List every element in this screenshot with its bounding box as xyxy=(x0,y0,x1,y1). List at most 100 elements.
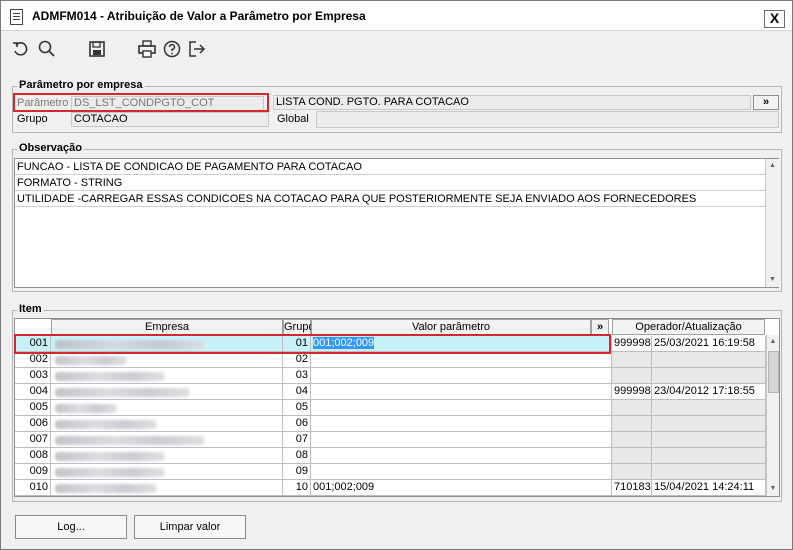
observacao-line: FORMATO - STRING xyxy=(15,175,765,191)
grupo-cell: 09 xyxy=(283,464,311,480)
empresa-code-cell: 007 xyxy=(15,432,51,448)
close-button[interactable]: X xyxy=(764,10,785,28)
atualizacao-cell xyxy=(652,352,766,368)
valor-cell[interactable] xyxy=(311,416,612,432)
scroll-down-icon[interactable]: ▼ xyxy=(767,482,779,496)
redacted-company-name xyxy=(55,420,157,429)
scroll-up-icon[interactable]: ▲ xyxy=(766,159,779,173)
valor-cell[interactable] xyxy=(311,432,612,448)
empresa-code-cell: 010 xyxy=(15,480,51,496)
grupo-cell: 03 xyxy=(283,368,311,384)
empresa-code-cell: 005 xyxy=(15,400,51,416)
empresa-name-cell xyxy=(51,384,283,400)
toolbar xyxy=(1,32,792,68)
valor-cell[interactable] xyxy=(311,352,612,368)
valor-cell[interactable] xyxy=(311,464,612,480)
empresa-code-cell: 002 xyxy=(15,352,51,368)
app-window: ADMFM014 - Atribuição de Valor a Parâmet… xyxy=(0,0,793,550)
global-field[interactable] xyxy=(316,111,779,128)
redacted-company-name xyxy=(55,436,205,445)
parametro-lookup-button[interactable]: » xyxy=(753,95,779,110)
grupo-label: Grupo xyxy=(17,113,48,125)
empresa-code-cell: 006 xyxy=(15,416,51,432)
print-icon[interactable] xyxy=(137,39,157,59)
empresa-name-cell xyxy=(51,432,283,448)
scroll-thumb[interactable] xyxy=(768,351,779,393)
exit-icon[interactable] xyxy=(187,39,207,59)
empresa-name-cell xyxy=(51,464,283,480)
empresa-code-cell: 004 xyxy=(15,384,51,400)
operador-cell xyxy=(612,416,652,432)
valor-cell[interactable] xyxy=(311,384,612,400)
empresa-code-cell: 008 xyxy=(15,448,51,464)
undo-icon[interactable] xyxy=(11,39,31,59)
empresa-code-cell: 003 xyxy=(15,368,51,384)
observacao-line: UTILIDADE -CARREGAR ESSAS CONDICOES NA C… xyxy=(15,191,765,207)
atualizacao-cell: 15/04/2021 14:24:11 xyxy=(652,480,766,496)
redacted-company-name xyxy=(55,372,165,381)
scroll-down-icon[interactable]: ▼ xyxy=(766,273,779,287)
empresa-header[interactable]: Empresa xyxy=(51,319,283,335)
limpar-valor-button[interactable]: Limpar valor xyxy=(134,515,246,539)
window-title: ADMFM014 - Atribuição de Valor a Parâmet… xyxy=(32,9,366,23)
empresa-code-cell: 009 xyxy=(15,464,51,480)
row-highlight xyxy=(14,334,611,354)
log-button[interactable]: Log... xyxy=(15,515,127,539)
empresa-name-cell xyxy=(51,352,283,368)
empresa-name-cell xyxy=(51,400,283,416)
observacao-memo[interactable]: FUNCAO - LISTA DE CONDICAO DE PAGAMENTO … xyxy=(14,158,779,288)
atualizacao-cell xyxy=(652,416,766,432)
empresa-name-cell xyxy=(51,448,283,464)
atualizacao-cell: 23/04/2012 17:18:55 xyxy=(652,384,766,400)
grupo-cell: 02 xyxy=(283,352,311,368)
grupo-cell: 07 xyxy=(283,432,311,448)
operador-cell xyxy=(612,352,652,368)
atualizacao-cell xyxy=(652,432,766,448)
redacted-company-name xyxy=(55,452,165,461)
grupo-field: COTACAO xyxy=(71,112,269,127)
observacao-scrollbar[interactable]: ▲ ▼ xyxy=(765,159,779,287)
operador-cell: 999998 xyxy=(612,384,652,400)
redacted-company-name xyxy=(55,388,190,397)
document-icon xyxy=(10,9,23,25)
valor-expand-button[interactable]: » xyxy=(591,319,609,335)
operador-cell xyxy=(612,448,652,464)
grupo-cell: 04 xyxy=(283,384,311,400)
search-icon[interactable] xyxy=(37,39,57,59)
operador-header[interactable]: Operador/Atualização xyxy=(612,319,765,335)
empresa-name-cell xyxy=(51,416,283,432)
observacao-legend: Observação xyxy=(17,142,84,154)
redacted-company-name xyxy=(55,468,165,477)
grupo-header[interactable]: Grupo xyxy=(283,319,315,335)
parametro-highlight xyxy=(13,93,269,112)
atualizacao-cell: 25/03/2021 16:19:58 xyxy=(652,336,766,352)
scroll-up-icon[interactable]: ▲ xyxy=(767,335,779,349)
valor-cell[interactable] xyxy=(311,448,612,464)
help-icon[interactable] xyxy=(162,39,182,59)
operador-cell xyxy=(612,368,652,384)
atualizacao-cell xyxy=(652,368,766,384)
operador-cell: 710183 xyxy=(612,480,652,496)
observacao-line: FUNCAO - LISTA DE CONDICAO DE PAGAMENTO … xyxy=(15,159,765,175)
valor-header[interactable]: Valor parâmetro xyxy=(311,319,591,335)
grupo-cell: 05 xyxy=(283,400,311,416)
valor-cell[interactable] xyxy=(311,368,612,384)
operador-cell xyxy=(612,400,652,416)
title-bar: ADMFM014 - Atribuição de Valor a Parâmet… xyxy=(1,1,792,31)
item-scrollbar[interactable]: ▲ ▼ xyxy=(766,335,779,496)
atualizacao-cell xyxy=(652,448,766,464)
valor-cell[interactable] xyxy=(311,400,612,416)
global-label: Global xyxy=(277,113,309,125)
parametro-legend: Parâmetro por empresa xyxy=(17,79,145,91)
atualizacao-cell xyxy=(652,400,766,416)
operador-cell xyxy=(612,464,652,480)
redacted-company-name xyxy=(55,356,127,365)
operador-cell xyxy=(612,432,652,448)
descricao-field: LISTA COND. PGTO. PARA COTACAO xyxy=(273,95,751,110)
save-icon[interactable] xyxy=(87,39,107,59)
valor-cell[interactable]: 001;002;009 xyxy=(311,480,612,496)
operador-cell: 999998 xyxy=(612,336,652,352)
empresa-name-cell xyxy=(51,368,283,384)
atualizacao-cell xyxy=(652,464,766,480)
redacted-company-name xyxy=(55,404,117,413)
